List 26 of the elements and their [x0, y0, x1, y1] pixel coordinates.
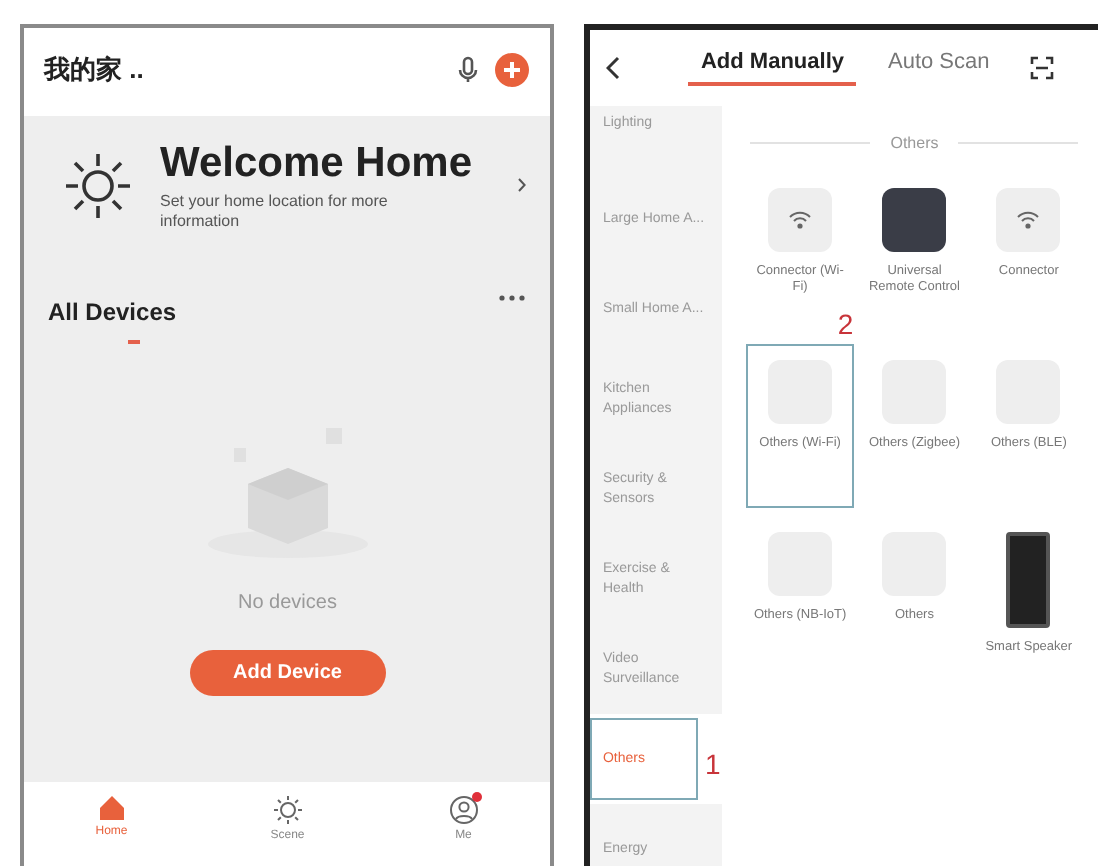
home-selector[interactable]: 我的家 .. [44, 52, 144, 88]
person-icon [447, 794, 480, 826]
microphone-icon[interactable] [458, 56, 479, 84]
annotation-number: 2 [837, 308, 854, 340]
chevron-icon[interactable] [518, 178, 527, 193]
wifi-icon [1016, 210, 1041, 230]
group-title: Others [890, 134, 939, 152]
add-icon[interactable] [494, 52, 531, 88]
sun-icon [271, 794, 304, 826]
welcome-subtitle: Set your home location for more information [160, 192, 390, 231]
empty-message: No devices [238, 592, 337, 615]
tab[interactable]: Auto Scan [876, 50, 1002, 86]
annotation-number: 1 [704, 746, 721, 783]
welcome-title: Welcome Home [160, 140, 474, 188]
back-icon[interactable] [606, 56, 621, 80]
add-device-button[interactable]: Add Device [189, 650, 386, 697]
section-title: All Devices [48, 298, 177, 327]
more-icon[interactable] [498, 294, 527, 303]
remote-tile [882, 188, 947, 252]
scan-icon[interactable] [1029, 56, 1054, 80]
wifi-icon [788, 210, 813, 230]
tab[interactable]: Add Manually [688, 50, 856, 86]
speaker-drawing [1006, 532, 1051, 628]
tab-underline [128, 340, 140, 345]
home-icon [97, 794, 126, 822]
annotation-frame [590, 718, 699, 800]
